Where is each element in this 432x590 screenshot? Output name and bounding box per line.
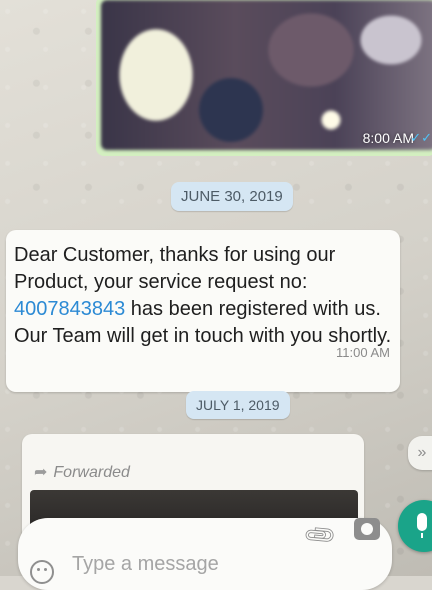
double-check-icon: ✓✓ [410, 130, 432, 145]
image-thumbnail[interactable] [101, 0, 432, 150]
message-text-before: Dear Customer, thanks for using our Prod… [14, 244, 336, 293]
image-message-time: 8:00 AM [362, 130, 414, 146]
request-number-link[interactable]: 4007843843 [14, 298, 125, 320]
message-text: Dear Customer, thanks for using our Prod… [14, 242, 394, 350]
forward-arrow-icon: ➦ [34, 464, 48, 481]
scroll-down-chevron-icon[interactable]: » [408, 436, 432, 470]
mic-icon [417, 513, 427, 538]
camera-icon[interactable] [354, 518, 380, 540]
forwarded-label: ➦ Forwarded [34, 464, 130, 481]
incoming-message-bubble[interactable]: Dear Customer, thanks for using our Prod… [6, 230, 400, 392]
attach-clip-icon[interactable]: 📎︎ [301, 517, 338, 554]
image-message-bubble[interactable]: 8:00 AM ✓✓ [96, 0, 432, 156]
emoji-icon[interactable] [30, 560, 54, 584]
date-separator: JULY 1, 2019 [186, 391, 290, 419]
message-input-bar: 📎︎ [18, 517, 392, 590]
message-input[interactable] [70, 548, 294, 580]
message-time: 11:00 AM [336, 345, 390, 360]
date-separator: JUNE 30, 2019 [171, 182, 293, 211]
